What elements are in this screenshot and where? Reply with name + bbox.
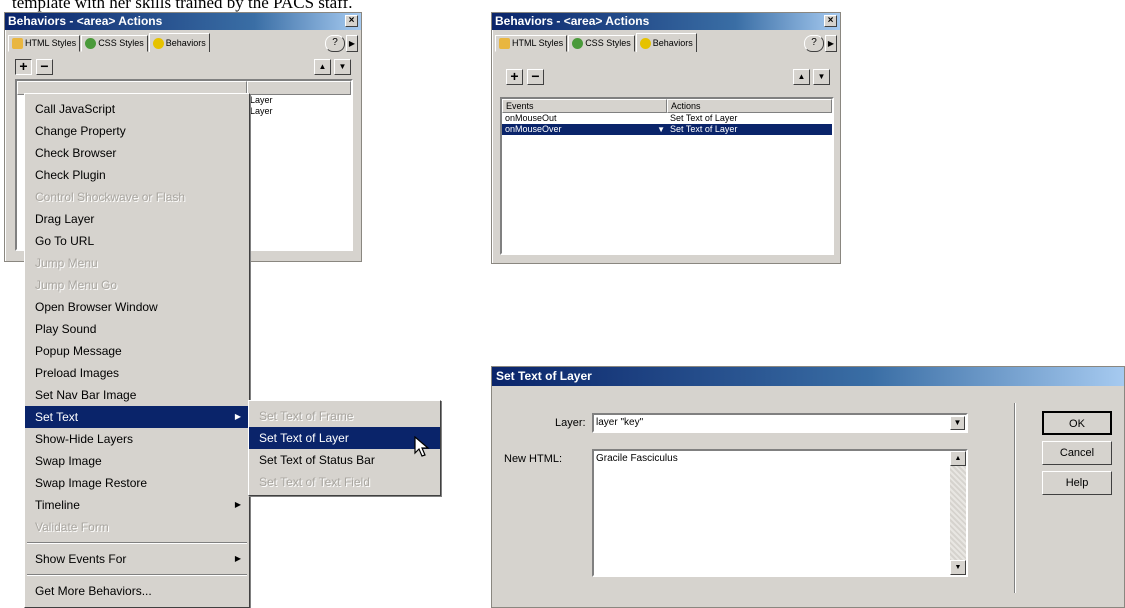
tab-behaviors[interactable]: Behaviors (635, 33, 697, 52)
remove-behavior-button[interactable]: − (527, 69, 544, 85)
close-icon[interactable]: × (345, 15, 358, 27)
submenu-arrow-icon: ▶ (234, 554, 241, 563)
menu-separator (27, 542, 247, 544)
tab-html-styles[interactable]: HTML Styles (8, 35, 81, 52)
menu-item: Set Text of Text Field (259, 475, 370, 489)
menu-item[interactable]: Check Plugin (25, 164, 249, 186)
menu-item[interactable]: Set Text of Status Bar (249, 449, 440, 471)
menu-item: Jump Menu Go (35, 278, 118, 292)
move-down-icon[interactable]: ▼ (813, 69, 830, 85)
help-icon[interactable]: ? (325, 35, 345, 52)
table-row[interactable]: onMouseOut Set Text of Layer (502, 113, 832, 124)
panel-options-arrow-icon[interactable]: ▶ (825, 35, 837, 52)
panel-options-arrow-icon[interactable]: ▶ (346, 35, 358, 52)
menu-item[interactable]: Change Property (25, 120, 249, 142)
menu-item[interactable]: Check Browser (25, 142, 249, 164)
remove-behavior-button[interactable]: − (36, 59, 53, 75)
menu-item: Control Shockwave or Flash (35, 190, 186, 204)
layer-select[interactable]: layer "key" ▼ (592, 413, 968, 433)
new-html-label: New HTML: (504, 453, 563, 465)
menu-item: Jump Menu (35, 256, 98, 270)
menu-item[interactable]: Show-Hide Layers (25, 428, 249, 450)
behavior-list[interactable]: Events Actions onMouseOut Set Text of La… (500, 97, 834, 255)
panel-tabs: HTML Styles CSS Styles Behaviors ? ▶ (495, 33, 837, 52)
menu-item: Validate Form (35, 520, 109, 534)
add-behavior-button[interactable]: + (15, 59, 32, 75)
add-behavior-menu: Call JavaScript Change Property Check Brow… (24, 93, 250, 608)
menu-item[interactable]: Open Browser Window (25, 296, 249, 318)
css-styles-icon (85, 38, 97, 49)
menu-separator (27, 574, 247, 576)
table-row[interactable]: onMouseOver ▼ Set Text of Layer (502, 124, 832, 135)
menu-item[interactable]: Swap Image (25, 450, 249, 472)
scrollbar[interactable]: ▲ ▼ (950, 451, 966, 575)
behaviors-icon (152, 37, 164, 49)
list-header: Events Actions (502, 99, 832, 113)
cancel-button[interactable]: Cancel (1042, 441, 1112, 465)
add-behavior-button[interactable]: + (506, 69, 523, 85)
close-icon[interactable]: × (824, 15, 837, 27)
menu-item[interactable]: Call JavaScript (25, 98, 249, 120)
row-event[interactable]: onMouseOver ▼ (502, 124, 667, 135)
new-html-textarea[interactable]: Gracile Fasciculus ▲ ▼ (592, 449, 968, 577)
panel-titlebar: Behaviors - <area> Actions × (5, 13, 361, 30)
set-text-submenu: Set Text of Frame Set Text of Layer Set Te… (248, 400, 441, 496)
row-event: onMouseOut (505, 113, 557, 123)
move-down-icon[interactable]: ▼ (334, 59, 351, 75)
html-styles-icon (12, 38, 23, 49)
css-styles-icon (572, 38, 584, 49)
layer-label: Layer: (555, 417, 586, 429)
behaviors-panel-right: Behaviors - <area> Actions × HTML Styles… (491, 12, 841, 264)
event-dropdown-icon[interactable]: ▼ (657, 124, 665, 135)
menu-item-show-events[interactable]: Show Events For ▶ (25, 548, 249, 570)
dialog-title: Set Text of Layer (492, 367, 1124, 386)
column-events[interactable]: Events (502, 99, 667, 113)
behaviors-icon (639, 37, 651, 49)
move-up-icon[interactable]: ▲ (314, 59, 331, 75)
set-text-of-layer-dialog: Set Text of Layer Layer: layer "key" ▼ N… (491, 366, 1125, 608)
menu-item[interactable]: Set Text ▶ (25, 406, 249, 428)
menu-item[interactable]: Drag Layer (25, 208, 249, 230)
help-icon[interactable]: ? (804, 35, 824, 52)
submenu-arrow-icon: ▶ (234, 412, 241, 421)
panel-titlebar: Behaviors - <area> Actions × (492, 13, 840, 30)
dialog-divider (1014, 403, 1016, 593)
menu-item[interactable]: Set Text of Layer (249, 427, 440, 449)
menu-item: Set Text of Frame (259, 409, 354, 423)
row-action: Set Text of Layer (670, 124, 738, 134)
panel-title: Behaviors - <area> Actions (495, 14, 650, 28)
column-actions[interactable]: Actions (667, 99, 832, 113)
menu-item[interactable]: Popup Message (25, 340, 249, 362)
help-button[interactable]: Help (1042, 471, 1112, 495)
menu-item[interactable]: Preload Images (25, 362, 249, 384)
scroll-down-icon[interactable]: ▼ (950, 560, 966, 575)
order-buttons: ▲ ▼ (793, 69, 830, 85)
panel-tabs: HTML Styles CSS Styles Behaviors ? ▶ (8, 33, 358, 52)
html-styles-icon (499, 38, 510, 49)
submenu-arrow-icon: ▶ (234, 500, 241, 509)
scroll-up-icon[interactable]: ▲ (950, 451, 966, 466)
tab-html-styles[interactable]: HTML Styles (495, 35, 568, 52)
menu-item[interactable]: Timeline ▶ (25, 494, 249, 516)
menu-item-get-more-behaviors[interactable]: Get More Behaviors... (25, 580, 249, 602)
behavior-buttons: + − (15, 59, 53, 75)
tab-css-styles[interactable]: CSS Styles (568, 35, 635, 52)
behavior-buttons: + − (506, 69, 544, 85)
move-up-icon[interactable]: ▲ (793, 69, 810, 85)
order-buttons: ▲ ▼ (314, 59, 351, 75)
tab-css-styles[interactable]: CSS Styles (81, 35, 148, 52)
tab-behaviors[interactable]: Behaviors (148, 33, 210, 52)
row-action: Set Text of Layer (670, 113, 738, 123)
menu-item[interactable]: Play Sound (25, 318, 249, 340)
menu-item[interactable]: Swap Image Restore (25, 472, 249, 494)
panel-title: Behaviors - <area> Actions (8, 14, 163, 28)
menu-item[interactable]: Set Nav Bar Image (25, 384, 249, 406)
mouse-cursor-icon (414, 436, 430, 457)
menu-item[interactable]: Go To URL (25, 230, 249, 252)
dropdown-arrow-icon[interactable]: ▼ (950, 416, 965, 430)
ok-button[interactable]: OK (1042, 411, 1112, 435)
